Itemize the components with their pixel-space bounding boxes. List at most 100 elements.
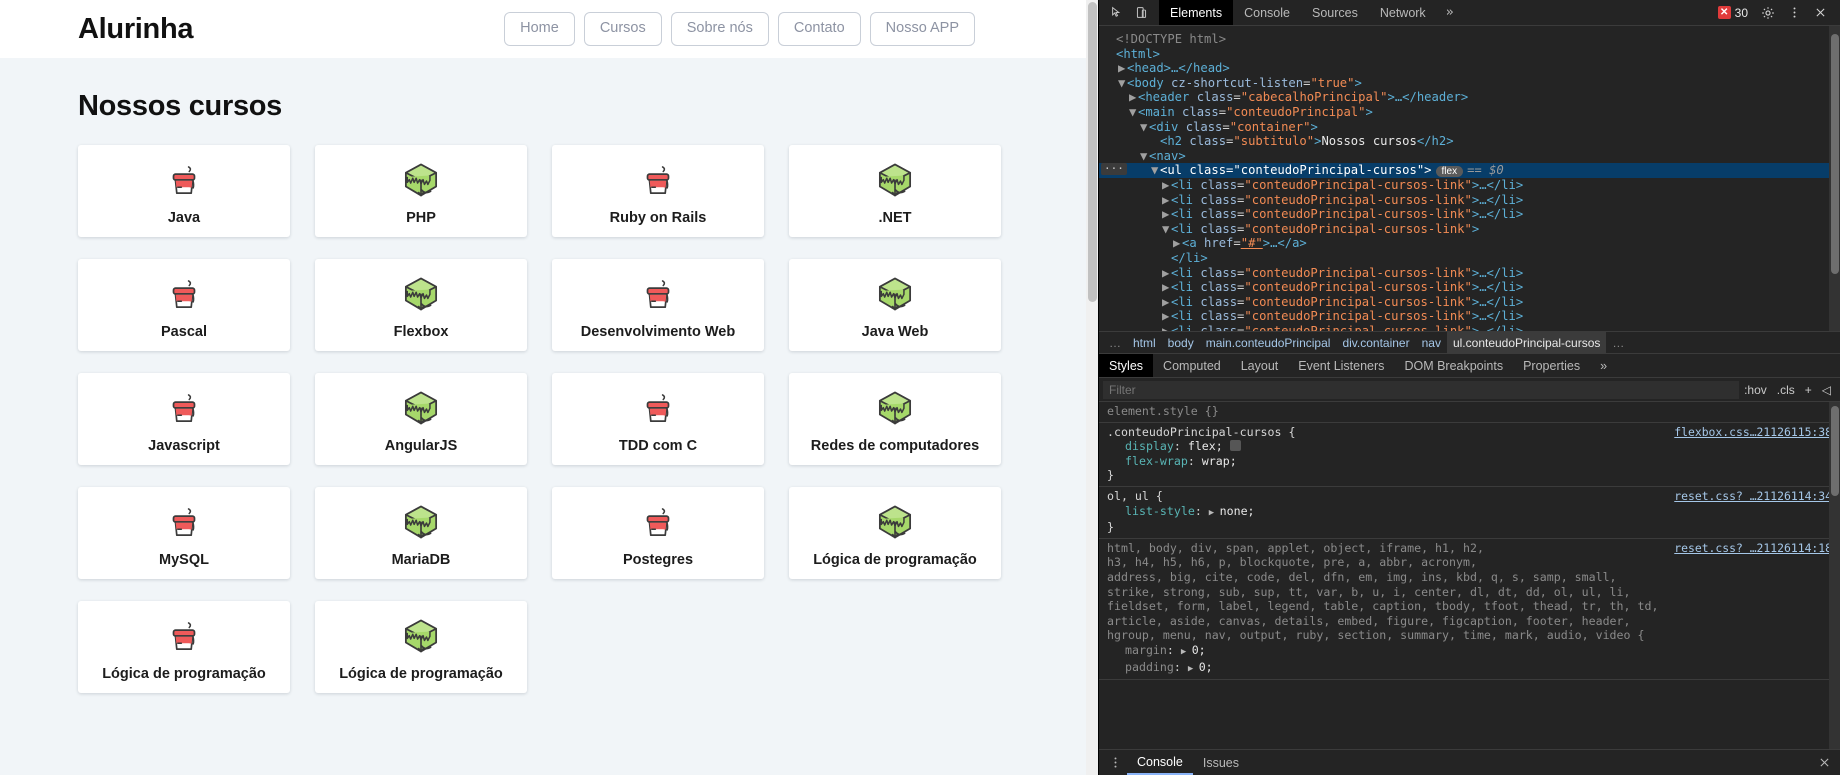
css-declaration[interactable]: margin: ▶ 0; (1107, 643, 1832, 660)
dom-node[interactable]: ▶<h2 class="subtitulo">Nossos cursos</h2… (1099, 134, 1840, 149)
dom-node[interactable]: ▼ <li class="conteudoPrincipal-cursos-lin… (1099, 222, 1840, 237)
course-card[interactable]: Postegres (552, 487, 764, 579)
tab-network[interactable]: Network (1369, 0, 1437, 25)
css-declaration[interactable]: display: flex; (1107, 439, 1832, 454)
dom-node[interactable]: ▼ <nav> (1099, 149, 1840, 164)
dom-node[interactable]: ▶ <li class="conteudoPrincipal-cursos-lin… (1099, 266, 1840, 281)
dom-node[interactable]: ▼ <div class="container"> (1099, 120, 1840, 135)
page-scrollbar-thumb[interactable] (1088, 2, 1097, 302)
flex-badge[interactable]: flex (1435, 166, 1464, 178)
tab-computed[interactable]: Computed (1153, 354, 1231, 377)
breadcrumb-item[interactable]: div.container (1336, 332, 1415, 353)
course-card[interactable]: .NET (789, 145, 1001, 237)
dom-node[interactable]: ▶ <head>…</head> (1099, 61, 1840, 76)
course-card[interactable]: Lógica de programação (789, 487, 1001, 579)
dom-node[interactable]: ▶ <li class="conteudoPrincipal-cursos-lin… (1099, 280, 1840, 295)
dom-node[interactable]: ▶ <a href="#">…</a> (1099, 236, 1840, 251)
more-options-icon[interactable] (1782, 2, 1806, 24)
drawer-tab-console[interactable]: Console (1127, 750, 1193, 775)
breadcrumb-item[interactable]: nav (1416, 332, 1447, 353)
course-card[interactable]: Desenvolvimento Web (552, 259, 764, 351)
dom-ellipsis-button[interactable]: ··· (1101, 163, 1127, 176)
dom-node[interactable]: ▶ <header class="cabecalhoPrincipal">…</h… (1099, 90, 1840, 105)
flex-editor-icon[interactable] (1229, 440, 1241, 452)
breadcrumb-item[interactable]: ul.conteudoPrincipal-cursos (1446, 332, 1607, 353)
error-count-badge[interactable]: ✕ 30 (1712, 6, 1754, 20)
dom-node[interactable]: ▶ <li class="conteudoPrincipal-cursos-lin… (1099, 295, 1840, 310)
css-rule[interactable]: reset.css? …21126114:18 html, body, div, … (1099, 539, 1840, 681)
css-rule-origin[interactable]: reset.css? …21126114:18 (1674, 541, 1832, 556)
dom-tree[interactable]: ▶<!DOCTYPE html>▶<html>▶<head>…</head>▼<… (1099, 26, 1840, 331)
css-rules-scrollbar-thumb[interactable] (1831, 406, 1839, 496)
course-card[interactable]: Flexbox (315, 259, 527, 351)
new-rule-icon[interactable]: + (1800, 383, 1817, 397)
page-scrollbar[interactable] (1086, 0, 1098, 775)
nav-item-home[interactable]: Home (504, 12, 575, 46)
css-selector[interactable]: ol, ul { (1107, 489, 1163, 503)
tab-event-listeners[interactable]: Event Listeners (1288, 354, 1394, 377)
css-rule-origin[interactable]: reset.css? …21126114:34 (1674, 489, 1832, 504)
dom-node[interactable]: ▶<html> (1099, 47, 1840, 62)
dom-node[interactable]: ▶ <li class="conteudoPrincipal-cursos-lin… (1099, 324, 1840, 331)
course-card[interactable]: MariaDB (315, 487, 527, 579)
drawer-more-options-icon[interactable] (1103, 752, 1127, 774)
css-selector[interactable]: element.style { (1107, 404, 1212, 418)
tab-dom-breakpoints[interactable]: DOM Breakpoints (1394, 354, 1513, 377)
dom-node[interactable]: ▼ <main class="conteudoPrincipal"> (1099, 105, 1840, 120)
css-rule[interactable]: element.style {} (1099, 402, 1840, 423)
dom-node[interactable]: ▶ <li class="conteudoPrincipal-cursos-lin… (1099, 193, 1840, 208)
dom-tree-scrollbar[interactable] (1829, 26, 1840, 331)
tab-styles[interactable]: Styles (1099, 354, 1154, 377)
css-declaration[interactable]: list-style: ▶ none; (1107, 504, 1832, 521)
course-card[interactable]: Javascript (78, 373, 290, 465)
dom-node[interactable]: ▶ <li class="conteudoPrincipal-cursos-lin… (1099, 207, 1840, 222)
breadcrumb-item[interactable]: … (1606, 332, 1630, 353)
course-card[interactable]: PHP (315, 145, 527, 237)
css-declaration[interactable]: padding: ▶ 0; (1107, 660, 1832, 677)
inspect-element-icon[interactable] (1105, 2, 1129, 24)
dom-node[interactable]: ▶</li> (1099, 251, 1840, 266)
nav-item-sobre-nos[interactable]: Sobre nós (670, 12, 769, 46)
dom-node-selected[interactable]: ··· ▼ <ul class="conteudoPrincipal-cursos"… (1099, 163, 1840, 178)
close-icon[interactable] (1808, 2, 1832, 24)
css-declaration[interactable]: flex-wrap: wrap; (1107, 454, 1832, 469)
gear-icon[interactable] (1756, 2, 1780, 24)
tab-properties[interactable]: Properties (1513, 354, 1590, 377)
breadcrumb-item[interactable]: html (1127, 332, 1162, 353)
tab-console[interactable]: Console (1233, 0, 1301, 25)
dom-node[interactable]: ▶<!DOCTYPE html> (1099, 32, 1840, 47)
dom-node[interactable]: ▶ <li class="conteudoPrincipal-cursos-lin… (1099, 309, 1840, 324)
course-card[interactable]: Lógica de programação (315, 601, 527, 693)
css-rules-pane[interactable]: element.style {} flexbox.css…21126115:38.… (1099, 402, 1840, 749)
css-rule[interactable]: reset.css? …21126114:34 ol, ul {list-styl… (1099, 487, 1840, 539)
nav-item-nosso-app[interactable]: Nosso APP (869, 12, 975, 46)
nav-item-cursos[interactable]: Cursos (583, 12, 662, 46)
breadcrumb-item[interactable]: … (1103, 332, 1127, 353)
dom-node[interactable]: ▼ <body cz-shortcut-listen="true"> (1099, 76, 1840, 91)
styles-more-icon[interactable]: » (1590, 354, 1617, 377)
course-card[interactable]: AngularJS (315, 373, 527, 465)
course-card[interactable]: Ruby on Rails (552, 145, 764, 237)
course-card[interactable]: TDD com C (552, 373, 764, 465)
breadcrumb-item[interactable]: body (1162, 332, 1200, 353)
nav-item-contato[interactable]: Contato (777, 12, 861, 46)
cls-toggle[interactable]: .cls (1772, 383, 1800, 397)
drawer-close-icon[interactable] (1812, 752, 1836, 774)
course-card[interactable]: Lógica de programação (78, 601, 290, 693)
tab-layout[interactable]: Layout (1231, 354, 1289, 377)
course-card[interactable]: Java (78, 145, 290, 237)
toggle-sidebar-icon[interactable]: ◁ (1817, 383, 1836, 397)
drawer-tab-issues[interactable]: Issues (1193, 750, 1249, 775)
hov-toggle[interactable]: :hov (1739, 383, 1772, 397)
css-rules-scrollbar[interactable] (1829, 402, 1840, 749)
course-card[interactable]: MySQL (78, 487, 290, 579)
tab-sources[interactable]: Sources (1301, 0, 1369, 25)
course-card[interactable]: Pascal (78, 259, 290, 351)
css-selector[interactable]: .conteudoPrincipal-cursos { (1107, 425, 1295, 439)
css-rule-origin[interactable]: flexbox.css…21126115:38 (1674, 425, 1832, 440)
dom-node[interactable]: ▶ <li class="conteudoPrincipal-cursos-lin… (1099, 178, 1840, 193)
css-rule[interactable]: flexbox.css…21126115:38 .conteudoPrincipa… (1099, 423, 1840, 487)
styles-filter-input[interactable] (1103, 380, 1740, 399)
css-selector[interactable]: html, body, div, span, applet, object, i… (1107, 541, 1658, 643)
course-card[interactable]: Java Web (789, 259, 1001, 351)
